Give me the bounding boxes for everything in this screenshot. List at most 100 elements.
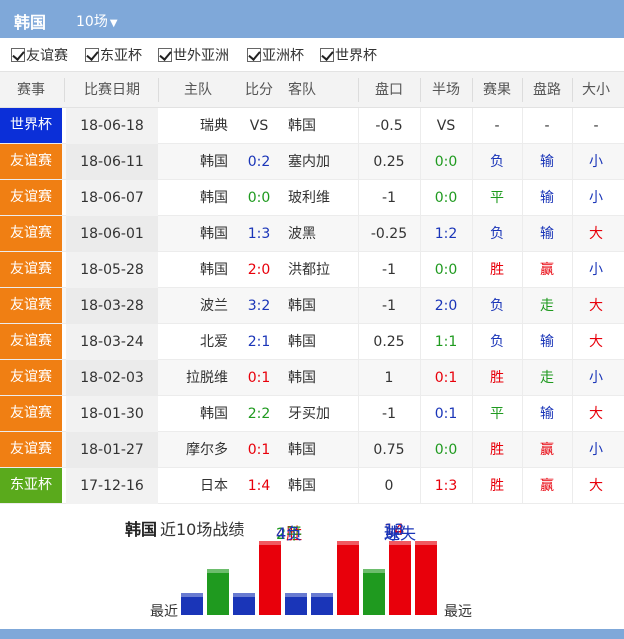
column-header-half: 半场 [432, 82, 460, 98]
handicap-result: 输 [540, 154, 554, 170]
match-row[interactable]: 友谊赛 18-01-27 摩尔多 0:1 韩国 0.75 0:0 胜 赢 小 [0, 432, 624, 468]
match-result: - [494, 118, 500, 134]
home-team[interactable]: 韩国 [158, 252, 238, 288]
checkbox-icon[interactable] [158, 48, 172, 62]
column-divider [522, 396, 523, 432]
away-team[interactable]: 波黑 [280, 216, 356, 252]
form-bar [233, 593, 255, 615]
filter-world-cup-qualifiers-asia[interactable]: 世外亚洲 [158, 45, 229, 65]
filter-friendly[interactable]: 友谊赛 [11, 45, 68, 65]
match-row[interactable]: 友谊赛 18-06-01 韩国 1:3 波黑 -0.25 1:2 负 输 大 [0, 216, 624, 252]
away-team[interactable]: 韩国 [280, 288, 356, 324]
match-row[interactable]: 友谊赛 18-06-07 韩国 0:0 玻利维 -1 0:0 平 输 小 [0, 180, 624, 216]
home-team[interactable]: 波兰 [158, 288, 238, 324]
match-date: 18-01-27 [80, 442, 144, 458]
away-team[interactable]: 韩国 [280, 360, 356, 396]
oldest-label: 最远 [444, 604, 472, 620]
away-team[interactable]: 塞内加 [280, 144, 356, 180]
match-count-label: 10场 [76, 14, 108, 30]
form-bar [285, 593, 307, 615]
match-row[interactable]: 东亚杯 17-12-16 日本 1:4 韩国 0 1:3 胜 赢 大 [0, 468, 624, 504]
away-team[interactable]: 牙买加 [280, 396, 356, 432]
competition-tag[interactable]: 世界杯 [0, 108, 62, 143]
competition-tag[interactable]: 友谊赛 [0, 360, 62, 395]
competition-tag[interactable]: 友谊赛 [0, 252, 62, 287]
column-divider [472, 468, 473, 504]
match-score: 2:2 [247, 406, 271, 422]
competition-tag[interactable]: 友谊赛 [0, 216, 62, 251]
home-team[interactable]: 日本 [158, 468, 238, 504]
handicap-value: -1 [382, 190, 396, 206]
away-team[interactable]: 韩国 [280, 432, 356, 468]
away-team[interactable]: 韩国 [280, 468, 356, 504]
away-team[interactable]: 洪都拉 [280, 252, 356, 288]
home-team[interactable]: 韩国 [158, 216, 238, 252]
competition-tag[interactable]: 友谊赛 [0, 324, 62, 359]
over-under-result: 大 [589, 406, 603, 422]
checkbox-icon[interactable] [247, 48, 261, 62]
halftime-score: 0:1 [434, 406, 458, 422]
match-row[interactable]: 友谊赛 18-01-30 韩国 2:2 牙买加 -1 0:1 平 输 大 [0, 396, 624, 432]
match-date: 18-03-28 [80, 298, 144, 314]
over-under-result: - [593, 118, 599, 134]
column-header-competition: 赛事 [17, 82, 45, 98]
home-team[interactable]: 韩国 [158, 396, 238, 432]
column-divider [64, 78, 65, 102]
match-row[interactable]: 世界杯 18-06-18 瑞典 VS 韩国 -0.5 VS - - - [0, 108, 624, 144]
checkbox-icon[interactable] [320, 48, 334, 62]
match-row[interactable]: 友谊赛 18-06-11 韩国 0:2 塞内加 0.25 0:0 负 输 小 [0, 144, 624, 180]
column-divider [358, 432, 359, 468]
competition-tag[interactable]: 友谊赛 [0, 288, 62, 323]
column-divider [572, 288, 573, 324]
home-team[interactable]: 韩国 [158, 180, 238, 216]
match-score: VS [249, 118, 269, 134]
match-score: 0:0 [247, 190, 271, 206]
home-team[interactable]: 北爱 [158, 324, 238, 360]
team-header: 韩国 10场 ▼ [0, 0, 624, 38]
match-result: 平 [490, 406, 504, 422]
column-divider [420, 324, 421, 360]
match-count-dropdown[interactable]: 10场 ▼ [76, 11, 118, 31]
competition-tag[interactable]: 友谊赛 [0, 396, 62, 431]
form-bar [363, 569, 385, 615]
column-divider [420, 144, 421, 180]
match-result: 胜 [490, 442, 504, 458]
match-row[interactable]: 友谊赛 18-02-03 拉脱维 0:1 韩国 1 0:1 胜 走 小 [0, 360, 624, 396]
home-team[interactable]: 摩尔多 [158, 432, 238, 468]
filter-asian-cup[interactable]: 亚洲杯 [247, 45, 304, 65]
home-team[interactable]: 韩国 [158, 144, 238, 180]
competition-tag[interactable]: 友谊赛 [0, 144, 62, 179]
checkbox-icon[interactable] [11, 48, 25, 62]
column-divider [472, 108, 473, 144]
filter-east-asian-cup[interactable]: 东亚杯 [85, 45, 142, 65]
halftime-score: VS [436, 118, 456, 134]
filter-label: 世界杯 [335, 48, 377, 64]
over-under-result: 小 [589, 442, 603, 458]
column-divider [472, 360, 473, 396]
over-under-result: 大 [589, 478, 603, 494]
away-team[interactable]: 韩国 [280, 324, 356, 360]
competition-tag[interactable]: 东亚杯 [0, 468, 62, 503]
column-divider [358, 360, 359, 396]
match-date: 18-06-18 [80, 118, 144, 134]
home-team[interactable]: 拉脱维 [158, 360, 238, 396]
checkbox-icon[interactable] [85, 48, 99, 62]
column-divider [472, 324, 473, 360]
filter-label: 亚洲杯 [262, 48, 304, 64]
handicap-value: 1 [384, 370, 394, 386]
match-row[interactable]: 友谊赛 18-03-28 波兰 3:2 韩国 -1 2:0 负 走 大 [0, 288, 624, 324]
filter-world-cup[interactable]: 世界杯 [320, 45, 377, 65]
column-header-home: 主队 [184, 82, 212, 98]
competition-tag[interactable]: 友谊赛 [0, 432, 62, 467]
column-divider [572, 468, 573, 504]
competition-tag[interactable]: 友谊赛 [0, 180, 62, 215]
column-divider [358, 180, 359, 216]
home-team[interactable]: 瑞典 [158, 108, 238, 144]
over-under-result: 小 [589, 190, 603, 206]
match-row[interactable]: 友谊赛 18-05-28 韩国 2:0 洪都拉 -1 0:0 胜 赢 小 [0, 252, 624, 288]
handicap-result: 走 [540, 298, 554, 314]
away-team[interactable]: 韩国 [280, 108, 356, 144]
match-row[interactable]: 友谊赛 18-03-24 北爱 2:1 韩国 0.25 1:1 负 输 大 [0, 324, 624, 360]
away-team[interactable]: 玻利维 [280, 180, 356, 216]
summary-label: 近10场战绩 [160, 520, 245, 539]
